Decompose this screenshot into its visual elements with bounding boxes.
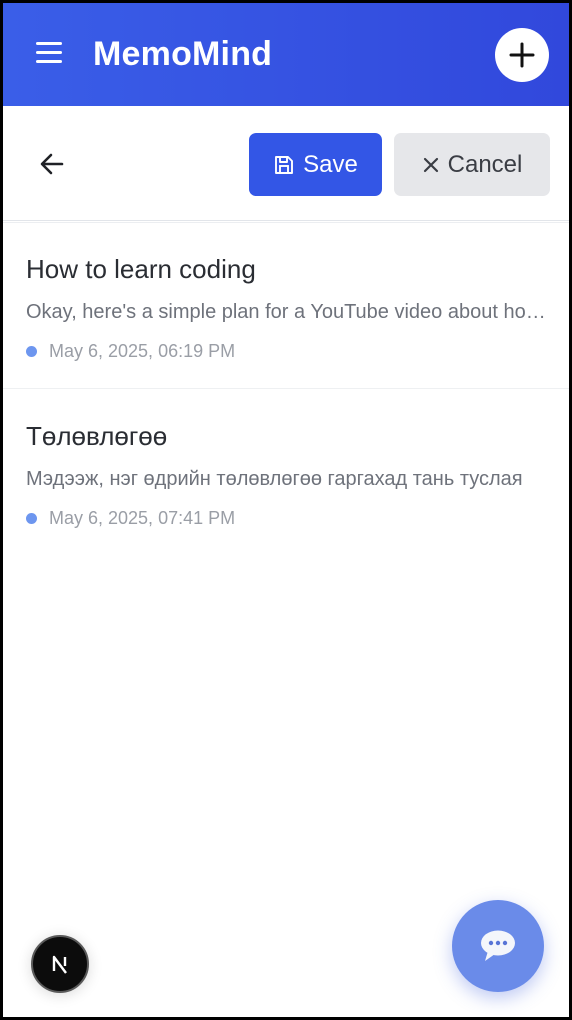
app-frame: MemoMind Save Cancel How to learn coding… [3, 3, 569, 1017]
save-button[interactable]: Save [249, 133, 382, 196]
note-date: May 6, 2025, 06:19 PM [49, 341, 236, 361]
note-date: May 6, 2025, 07:41 PM [49, 508, 236, 528]
plus-icon [509, 42, 535, 68]
app-header: MemoMind [3, 3, 569, 106]
back-button[interactable] [35, 147, 69, 181]
date-dot-icon [26, 345, 37, 357]
note-list-item[interactable]: Төлөвлөгөө Мэдээж, нэг өдрийн төлөвлөгөө… [3, 389, 569, 555]
note-date-row: May 6, 2025, 06:19 PM [26, 340, 235, 362]
save-button-label: Save [303, 150, 358, 178]
nextjs-dev-badge[interactable] [31, 935, 89, 993]
hamburger-menu-icon[interactable] [33, 39, 65, 67]
note-list-item[interactable]: How to learn coding Okay, here's a simpl… [3, 223, 569, 389]
note-preview: Okay, here's a simple plan for a YouTube… [26, 301, 546, 323]
chat-button[interactable] [452, 900, 544, 992]
app-title: MemoMind [93, 35, 273, 73]
note-preview: Мэдээж, нэг өдрийн төлөвлөгөө гаргахад т… [26, 468, 523, 490]
cancel-button[interactable]: Cancel [394, 133, 550, 196]
editor-toolbar: Save Cancel [3, 106, 569, 221]
add-note-button[interactable] [495, 28, 549, 82]
note-title: Төлөвлөгөө [26, 421, 168, 451]
arrow-left-icon [40, 153, 64, 175]
note-date-row: May 6, 2025, 07:41 PM [26, 507, 235, 529]
date-dot-icon [26, 512, 37, 524]
chat-bubble-icon [481, 930, 515, 961]
note-title: How to learn coding [26, 254, 256, 284]
nextjs-logo-icon [52, 955, 67, 974]
floppy-disk-icon [275, 155, 294, 174]
cancel-button-label: Cancel [447, 150, 523, 178]
close-icon [423, 157, 438, 172]
